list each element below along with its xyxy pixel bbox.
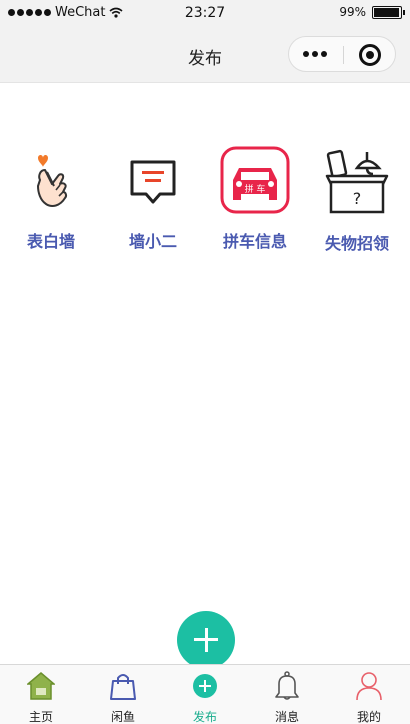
category-label: 墙小二 [128, 232, 177, 251]
category-carpool-info[interactable]: 拼 车 拼车信息 [204, 146, 306, 254]
miniprogram-capsule [288, 36, 396, 72]
category-confession-wall[interactable]: 表白墙 [0, 146, 102, 254]
tab-home[interactable]: 主页 [0, 665, 82, 724]
publish-fab-button[interactable] [177, 611, 235, 669]
tab-publish[interactable]: 发布 [164, 665, 246, 724]
tab-label: 主页 [28, 710, 53, 724]
tab-bar: 主页 闲鱼 发布 消息 我的 [0, 664, 410, 724]
status-bar: WeChat 23:27 99% [0, 0, 410, 28]
category-wall-helper[interactable]: 墙小二 [102, 146, 204, 254]
car-badge-text: 拼 车 [245, 183, 266, 195]
category-grid: 表白墙 墙小二 拼 车 拼车信息 ? 失物招领 [0, 146, 410, 254]
battery-indicator: 99% [339, 5, 405, 19]
tab-second-hand[interactable]: 闲鱼 [82, 665, 164, 724]
tab-label: 消息 [274, 710, 299, 724]
svg-text:?: ? [353, 189, 362, 208]
tab-label: 发布 [192, 710, 217, 724]
capsule-divider [343, 46, 344, 64]
battery-icon [372, 5, 405, 19]
tab-profile[interactable]: 我的 [328, 665, 410, 724]
lost-box-icon: ? [325, 149, 389, 214]
home-icon [27, 672, 55, 700]
category-label: 失物招领 [324, 234, 389, 253]
car-icon: 拼 车 [220, 146, 290, 214]
category-lost-and-found[interactable]: ? 失物招领 [306, 146, 408, 254]
main-content: 表白墙 墙小二 拼 车 拼车信息 ? 失物招领 [0, 84, 410, 664]
message-box-icon [130, 160, 176, 204]
shopping-bag-icon [110, 674, 136, 700]
more-options-icon[interactable] [303, 51, 327, 57]
navigation-bar: 发布 [0, 28, 410, 83]
person-icon [356, 672, 382, 701]
close-miniprogram-icon[interactable] [359, 44, 381, 66]
add-circle-icon [193, 674, 217, 698]
bell-icon [275, 671, 299, 700]
tab-messages[interactable]: 消息 [246, 665, 328, 724]
finger-heart-icon [37, 155, 68, 207]
tab-label: 闲鱼 [110, 710, 135, 724]
battery-percent: 99% [339, 5, 366, 19]
tab-label: 我的 [356, 710, 381, 724]
category-label: 表白墙 [26, 232, 75, 251]
category-label: 拼车信息 [222, 232, 287, 251]
